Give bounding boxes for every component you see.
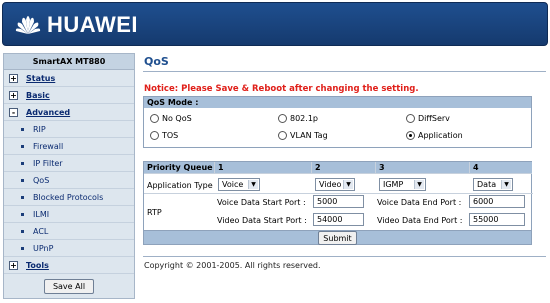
radio-button[interactable]	[150, 131, 159, 140]
footer-divider	[143, 256, 546, 257]
nav-sub-ilmi[interactable]: ILMI	[4, 206, 134, 223]
select-value: IGMP	[383, 180, 404, 189]
rtp-label: RTP	[147, 208, 162, 217]
collapse-minus-icon[interactable]: -	[9, 108, 18, 117]
expand-plus-icon[interactable]: +	[9, 261, 18, 270]
radio-button[interactable]	[278, 114, 287, 123]
qos-mode-panel: QoS Mode : No QoS 802.1p DiffServ TOS VL…	[143, 96, 532, 148]
bullet-icon	[21, 247, 24, 250]
device-model: SmartAX MT880	[4, 54, 134, 70]
radio-label: DiffServ	[418, 114, 450, 123]
video-end-port-label: Video Data End Port :	[377, 216, 463, 225]
nav-sub-label[interactable]: Blocked Protocols	[33, 193, 103, 202]
nav-label[interactable]: Advanced	[26, 108, 70, 117]
radio-label: 802.1p	[290, 114, 318, 123]
logo: HUAWEI	[15, 12, 138, 38]
chevron-down-icon[interactable]: ▼	[343, 180, 353, 189]
nav-sub-label[interactable]: RIP	[33, 125, 46, 134]
nav-label[interactable]: Status	[26, 74, 55, 83]
video-end-port-input[interactable]: 55000	[469, 213, 525, 226]
bullet-icon	[21, 128, 24, 131]
bullet-icon	[21, 162, 24, 165]
app-type-select-4[interactable]: Data ▼	[473, 178, 513, 191]
header-banner: HUAWEI	[2, 2, 548, 46]
select-value: Voice	[222, 180, 244, 189]
radio-diffserv[interactable]: DiffServ	[406, 114, 450, 123]
page-title: QoS	[144, 55, 169, 68]
nav-label[interactable]: Tools	[26, 261, 49, 270]
nav-sub-label[interactable]: UPnP	[33, 244, 53, 253]
voice-end-port-label: Voice Data End Port :	[377, 198, 462, 207]
expand-plus-icon[interactable]: +	[9, 91, 18, 100]
nav-item-advanced[interactable]: - Advanced	[4, 104, 134, 121]
video-start-port-label: Video Data Start Port :	[217, 216, 307, 225]
bullet-icon	[21, 196, 24, 199]
nav-sub-upnp[interactable]: UPnP	[4, 240, 134, 257]
bullet-icon	[21, 230, 24, 233]
select-value: Video	[319, 180, 342, 189]
nav-sub-label[interactable]: QoS	[33, 176, 49, 185]
notice-text: Notice: Please Save & Reboot after chang…	[144, 84, 419, 94]
radio-label: Application	[418, 131, 463, 140]
app-type-select-1[interactable]: Voice ▼	[218, 178, 260, 191]
bullet-icon	[21, 145, 24, 148]
col-header-priority-queue: Priority Queue	[144, 162, 215, 174]
nav-sub-ip-filter[interactable]: IP Filter	[4, 155, 134, 172]
radio-button[interactable]	[278, 131, 287, 140]
nav-sub-label[interactable]: ACL	[33, 227, 48, 236]
chevron-down-icon[interactable]: ▼	[248, 180, 258, 189]
chevron-down-icon[interactable]: ▼	[414, 180, 424, 189]
nav-sub-label[interactable]: Firewall	[33, 142, 63, 151]
save-all-button[interactable]: Save All	[43, 279, 95, 294]
brand-name: HUAWEI	[47, 12, 138, 37]
save-all-area: Save All	[4, 279, 134, 294]
title-divider	[143, 71, 546, 72]
sidebar: SmartAX MT880 + Status + Basic - Advance…	[3, 53, 135, 299]
nav-sub-label[interactable]: IP Filter	[33, 159, 63, 168]
submit-button[interactable]: Submit	[318, 231, 357, 245]
radio-tos[interactable]: TOS	[150, 131, 178, 140]
app-type-select-2[interactable]: Video ▼	[315, 178, 355, 191]
nav-sub-firewall[interactable]: Firewall	[4, 138, 134, 155]
expand-plus-icon[interactable]: +	[9, 74, 18, 83]
select-value: Data	[477, 180, 497, 189]
nav-item-tools[interactable]: + Tools	[4, 257, 134, 274]
voice-start-port-label: Voice Data Start Port :	[217, 198, 306, 207]
radio-vlan-tag[interactable]: VLAN Tag	[278, 131, 328, 140]
radio-no-qos[interactable]: No QoS	[150, 114, 192, 123]
app-type-select-3[interactable]: IGMP ▼	[379, 178, 426, 191]
voice-end-port-input[interactable]: 6000	[469, 195, 525, 208]
application-type-label: Application Type	[147, 181, 213, 190]
col-header-4: 4	[470, 162, 532, 174]
qos-mode-heading: QoS Mode :	[144, 97, 531, 108]
nav-sub-label[interactable]: ILMI	[33, 210, 49, 219]
bullet-icon	[21, 179, 24, 182]
nav-item-basic[interactable]: + Basic	[4, 87, 134, 104]
nav-sub-rip[interactable]: RIP	[4, 121, 134, 138]
col-header-2: 2	[312, 162, 376, 174]
radio-8021p[interactable]: 802.1p	[278, 114, 318, 123]
radio-label: TOS	[162, 131, 179, 140]
radio-button[interactable]	[150, 114, 159, 123]
nav-menu: + Status + Basic - Advanced RIP Firewall…	[4, 70, 134, 274]
col-header-1: 1	[215, 162, 312, 174]
col-header-3: 3	[376, 162, 470, 174]
nav-sub-qos[interactable]: QoS	[4, 172, 134, 189]
nav-label[interactable]: Basic	[26, 91, 50, 100]
radio-application[interactable]: Application	[406, 131, 463, 140]
chevron-down-icon[interactable]: ▼	[501, 180, 511, 189]
video-start-port-input[interactable]: 54000	[313, 213, 364, 226]
nav-sub-acl[interactable]: ACL	[4, 223, 134, 240]
bullet-icon	[21, 213, 24, 216]
nav-sub-blocked-protocols[interactable]: Blocked Protocols	[4, 189, 134, 206]
copyright-text: Copyright © 2001-2005. All rights reserv…	[144, 261, 321, 270]
radio-button[interactable]	[406, 114, 415, 123]
radio-label: No QoS	[162, 114, 192, 123]
huawei-logo-icon	[15, 16, 41, 34]
nav-item-status[interactable]: + Status	[4, 70, 134, 87]
radio-label: VLAN Tag	[290, 131, 328, 140]
radio-button-selected[interactable]	[406, 131, 415, 140]
row-divider	[144, 193, 533, 194]
voice-start-port-input[interactable]: 5000	[313, 195, 364, 208]
